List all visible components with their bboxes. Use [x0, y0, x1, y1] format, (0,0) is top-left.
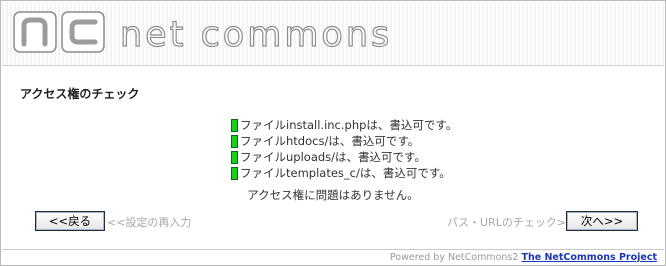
logo-wordmark: net commons: [119, 14, 393, 55]
back-button[interactable]: <<戻る: [35, 211, 105, 231]
list-item: ファイルtemplates_c/は、書込可です。: [231, 165, 457, 181]
ok-status-icon: [231, 134, 238, 148]
powered-by-text: Powered by NetCommons2: [389, 252, 519, 263]
list-item: ファイルhtdocs/は、書込可です。: [231, 133, 457, 149]
next-hint: パス・URLのチェック>>: [447, 216, 576, 229]
check-text: ファイルuploads/は、書込可です。: [240, 150, 426, 164]
next-button[interactable]: 次へ>>: [566, 211, 638, 231]
ok-status-icon: [231, 166, 238, 180]
page-title: アクセス権のチェック: [20, 87, 140, 101]
check-text: ファイルinstall.inc.phpは、書込可です。: [240, 118, 458, 132]
ok-status-icon: [231, 118, 238, 132]
footer: Powered by NetCommons2 The NetCommons Pr…: [390, 252, 657, 263]
list-item: ファイルuploads/は、書込可です。: [231, 149, 457, 165]
result-message: アクセス権に問題はありません。: [247, 188, 419, 202]
check-text: ファイルhtdocs/は、書込可です。: [240, 134, 420, 148]
footer-divider: [2, 249, 664, 250]
list-item: ファイルinstall.inc.phpは、書込可です。: [231, 117, 457, 133]
back-hint: <<設定の再入力: [107, 216, 192, 229]
header-banner: net commons: [2, 2, 664, 66]
nc-logo-icon: [13, 11, 105, 53]
check-text: ファイルtemplates_c/は、書込可です。: [240, 166, 451, 180]
check-list: ファイルinstall.inc.phpは、書込可です。 ファイルhtdocs/は…: [231, 117, 457, 181]
installer-window: net commons アクセス権のチェック ファイルinstall.inc.p…: [0, 0, 666, 266]
ok-status-icon: [231, 150, 238, 164]
netcommons-project-link[interactable]: The NetCommons Project: [521, 252, 657, 263]
